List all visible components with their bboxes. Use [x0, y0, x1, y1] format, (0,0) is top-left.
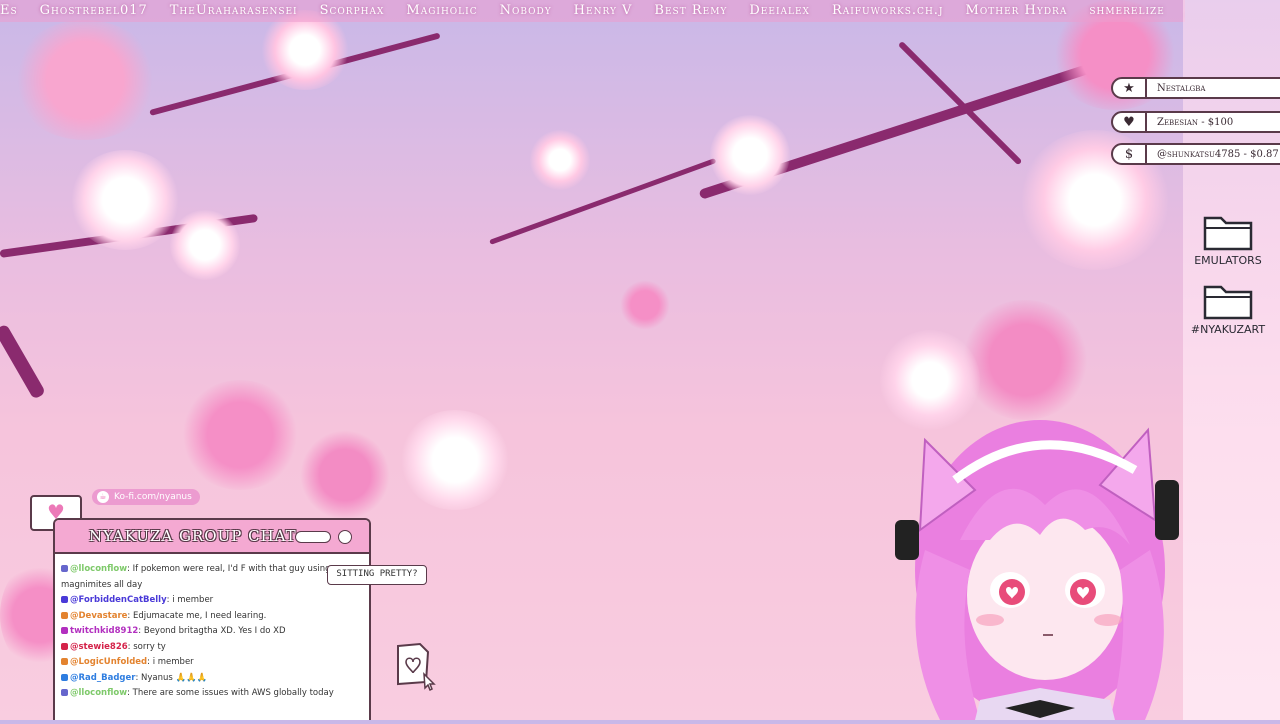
ticker-name: Best Remy — [654, 3, 728, 18]
ticker-name: Raifuworks.ch.j — [831, 3, 944, 18]
chat-message: @stewie826: sorry ty — [61, 640, 363, 656]
chat-close-button[interactable] — [338, 530, 352, 544]
chat-username: @lloconflow — [70, 688, 128, 698]
ticker-name: Henry V — [573, 3, 633, 18]
ticker-name: shmerelize — [1089, 3, 1165, 18]
vtuber-avatar — [880, 420, 1200, 720]
folder-icon — [1203, 285, 1253, 320]
chat-username: twitchkid8912 — [70, 626, 139, 636]
ticker-name: Deeialex — [749, 3, 810, 18]
folder-label: #NYAKUZART — [1190, 323, 1266, 336]
chat-badge-icon — [61, 611, 68, 619]
chat-badge-icon — [61, 642, 68, 650]
kofi-cup-icon: ☕ — [97, 491, 109, 503]
chat-message-text: : i member — [147, 657, 194, 667]
ticker-name: TheUraharasensei — [169, 3, 298, 18]
chat-message: @ForbiddenCatBelly: i member — [61, 593, 363, 609]
chat-message-text: : i member — [166, 595, 214, 605]
ticker-name: Magiholic — [406, 3, 478, 18]
folder-emulators[interactable]: EMULATORS — [1183, 212, 1273, 267]
ticker-name: Es — [0, 3, 18, 18]
chat-message-text: : sorry ty — [127, 641, 166, 652]
status-bubble-text: SITTING PRETTY? — [336, 569, 418, 579]
chat-username: @ForbiddenCatBelly — [70, 595, 167, 605]
chat-message-text: : Nyanus 🙏🙏🙏 — [135, 672, 208, 683]
alert-row-follower: ★ Nestalgba — [1111, 77, 1280, 99]
folder-nyakuzart[interactable]: #NYAKUZART — [1183, 281, 1273, 336]
supporter-ticker: Es Ghostrebel017 TheUraharasensei Scorphax M… — [0, 0, 1185, 22]
alert-row-tip: $ @shunkatsu4785 - $0.87 — [1111, 143, 1280, 165]
chat-title: NYAKUZA GROUP CHAT — [89, 527, 297, 545]
document-heart-icon — [390, 640, 442, 696]
chat-message-text: : Beyond britagtha XD. Yes I do XD — [138, 626, 286, 636]
alert-donation-text: Zebesian - $100 — [1157, 116, 1234, 128]
kofi-link[interactable]: ☕ Ko-fi.com/nyanus — [92, 489, 200, 505]
star-icon: ★ — [1113, 79, 1147, 97]
chat-header: NYAKUZA GROUP CHAT — [55, 520, 369, 554]
chat-username: @Devastare — [70, 610, 128, 621]
chat-badge-icon — [61, 673, 68, 681]
chat-badge-icon — [61, 689, 68, 696]
alert-row-donation: ♥ Zebesian - $100 — [1111, 111, 1280, 133]
ticker-name: Nobody — [499, 3, 552, 18]
chat-badge-icon — [61, 658, 68, 665]
ticker-name: Ghostrebel017 — [39, 3, 148, 18]
chat-message: @LogicUnfolded: i member — [61, 655, 363, 671]
chat-message: @Devastare: Edjumacate me, I need learin… — [61, 609, 363, 625]
alert-follower-text: Nestalgba — [1157, 82, 1206, 94]
alert-tip-text: @shunkatsu4785 - $0.87 — [1157, 148, 1279, 160]
status-speech-bubble: SITTING PRETTY? — [327, 565, 427, 585]
heart-icon: ♥ — [1113, 113, 1147, 131]
chat-message-text: : There are some issues with AWS globall… — [127, 688, 334, 698]
chat-message: @Rad_Badger: Nyanus 🙏🙏🙏 — [61, 671, 363, 687]
chat-window: NYAKUZA GROUP CHAT @lloconflow: If pokem… — [53, 518, 371, 720]
chat-badge-icon — [61, 627, 68, 634]
chat-username: @stewie826 — [70, 641, 128, 652]
chat-message-list: @lloconflow: If pokemon were real, I'd F… — [55, 554, 369, 702]
kofi-label: Ko-fi.com/nyanus — [114, 492, 192, 502]
dollar-icon: $ — [1113, 145, 1147, 163]
chat-message: @lloconflow: If pokemon were real, I'd F… — [61, 562, 363, 593]
chat-message-text: : Edjumacate me, I need learing. — [127, 610, 267, 621]
folder-icon — [1203, 216, 1253, 251]
chat-message: twitchkid8912: Beyond britagtha XD. Yes … — [61, 624, 363, 640]
ticker-name: Scorphax — [319, 3, 385, 18]
chat-username: @LogicUnfolded — [70, 657, 148, 667]
chat-username: @Rad_Badger — [70, 672, 136, 683]
folder-label: EMULATORS — [1194, 254, 1262, 267]
chat-minimize-button[interactable] — [295, 531, 331, 543]
chat-badge-icon — [61, 596, 68, 603]
chat-message: @lloconflow: There are some issues with … — [61, 686, 363, 702]
ticker-name: Mother Hydra — [965, 3, 1068, 18]
chat-badge-icon — [61, 565, 68, 572]
chat-username: @lloconflow — [70, 564, 128, 574]
